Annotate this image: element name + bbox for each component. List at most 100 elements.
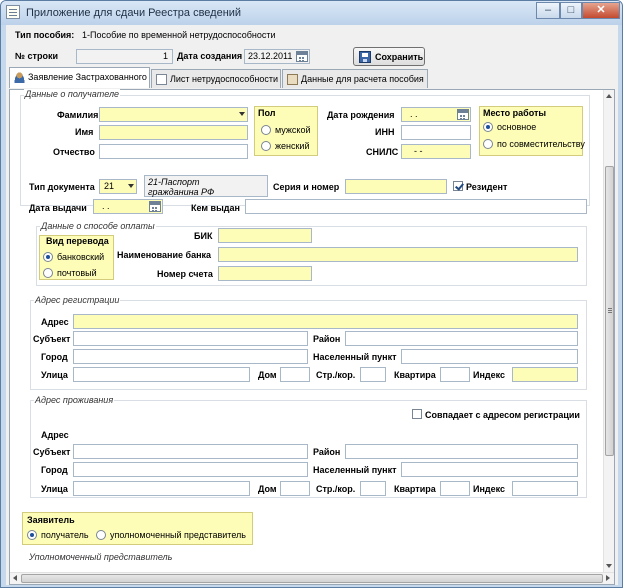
res-apartment-field[interactable]	[440, 481, 470, 496]
reg-index-field[interactable]	[512, 367, 578, 382]
patronymic-field[interactable]	[99, 144, 248, 159]
calendar-icon[interactable]	[149, 201, 161, 212]
surname-combo[interactable]	[99, 107, 248, 122]
patronymic-label: Отчество	[53, 147, 95, 157]
tab-sick-leave[interactable]: Лист нетрудоспособности	[151, 69, 281, 88]
issued-by-field[interactable]	[245, 199, 587, 214]
app-icon	[6, 5, 20, 19]
res-locality-field[interactable]	[401, 462, 578, 477]
title-bar[interactable]: Приложение для сдачи Реестра сведений – …	[1, 1, 622, 25]
res-house-field[interactable]	[280, 481, 310, 496]
reg-district-field[interactable]	[345, 331, 578, 346]
reg-building-field[interactable]	[360, 367, 386, 382]
issued-by-label: Кем выдан	[191, 203, 240, 213]
reg-district-label: Район	[313, 334, 341, 344]
res-building-field[interactable]	[360, 481, 386, 496]
applicant-title: Заявитель	[27, 515, 75, 525]
surname-label: Фамилия	[57, 110, 99, 120]
close-button[interactable]: ✕	[582, 2, 620, 19]
calendar-icon[interactable]	[457, 109, 469, 120]
created-date-field[interactable]: 23.12.2011	[244, 49, 310, 64]
scroll-up-icon[interactable]	[606, 94, 612, 98]
applicant-representative-radio[interactable]	[96, 530, 106, 540]
reg-apartment-field[interactable]	[440, 367, 470, 382]
gender-male-radio[interactable]	[261, 125, 271, 135]
scroll-left-icon[interactable]	[13, 575, 17, 581]
transfer-type-title: Вид перевода	[46, 236, 109, 246]
applicant-recipient-radio[interactable]	[27, 530, 37, 540]
reg-house-label: Дом	[258, 370, 277, 380]
reg-subject-field[interactable]	[73, 331, 308, 346]
minimize-button[interactable]: –	[536, 2, 560, 19]
reg-address-field[interactable]	[73, 314, 578, 329]
created-date-label: Дата создания	[177, 51, 243, 61]
res-subject-field[interactable]	[73, 444, 308, 459]
row-number-field[interactable]: 1	[76, 49, 173, 64]
doc-type-name: 21-Паспорт гражданина РФ	[144, 175, 268, 197]
inn-label: ИНН	[375, 127, 395, 137]
scroll-down-icon[interactable]	[606, 564, 612, 568]
reg-city-label: Город	[41, 352, 68, 362]
same-address-checkbox[interactable]	[412, 409, 422, 419]
vertical-scrollbar[interactable]	[603, 90, 614, 573]
tab-insured-application[interactable]: Заявление Застрахованного	[9, 67, 150, 88]
applicant-representative-label: уполномоченный представитель	[110, 530, 246, 540]
chevron-down-icon[interactable]	[239, 112, 245, 116]
account-number-label: Номер счета	[157, 269, 213, 279]
reg-street-field[interactable]	[73, 367, 250, 382]
workplace-main-radio[interactable]	[483, 122, 493, 132]
snils-label: СНИЛС	[366, 147, 399, 157]
res-district-label: Район	[313, 447, 341, 457]
benefit-type-value: 1-Пособие по временной нетрудоспособност…	[82, 30, 276, 40]
workplace-title: Место работы	[483, 108, 547, 118]
account-number-field[interactable]	[218, 266, 312, 281]
bik-field[interactable]	[218, 228, 312, 243]
reg-locality-label: Населенный пункт	[313, 352, 397, 362]
bik-label: БИК	[194, 231, 213, 241]
reg-house-field[interactable]	[280, 367, 310, 382]
res-district-field[interactable]	[345, 444, 578, 459]
tab-benefit-calc[interactable]: Данные для расчета пособия	[282, 69, 428, 88]
gender-female-radio[interactable]	[261, 141, 271, 151]
reg-address-label: Адрес	[41, 317, 69, 327]
user-icon	[14, 72, 25, 83]
birthdate-field[interactable]: . .	[401, 107, 471, 122]
transfer-post-radio[interactable]	[43, 268, 53, 278]
issue-date-field[interactable]: . .	[93, 199, 163, 214]
resident-label: Резидент	[466, 182, 508, 192]
bank-name-field[interactable]	[218, 247, 578, 262]
res-street-field[interactable]	[73, 481, 250, 496]
reg-index-label: Индекс	[473, 370, 506, 380]
snils-field[interactable]: - -	[401, 144, 471, 159]
resident-checkbox[interactable]	[453, 181, 463, 191]
series-number-field[interactable]	[345, 179, 447, 194]
scroll-right-icon[interactable]	[606, 575, 610, 581]
doc-type-combo[interactable]: 21	[99, 179, 137, 194]
chevron-down-icon[interactable]	[128, 184, 134, 188]
workplace-main-label: основное	[497, 122, 537, 132]
birthdate-label: Дата рождения	[327, 110, 395, 120]
bank-name-label: Наименование банка	[117, 250, 212, 260]
res-house-label: Дом	[258, 484, 277, 494]
payment-group-title: Данные о способе оплаты	[40, 221, 156, 231]
reg-city-field[interactable]	[73, 349, 308, 364]
res-building-label: Стр./кор.	[316, 484, 356, 494]
res-index-field[interactable]	[512, 481, 578, 496]
maximize-button[interactable]: □	[560, 2, 582, 19]
horizontal-scrollbar[interactable]	[10, 572, 614, 584]
name-field[interactable]	[99, 125, 248, 140]
horizontal-scroll-thumb[interactable]	[21, 574, 603, 583]
res-locality-label: Населенный пункт	[313, 465, 397, 475]
inn-field[interactable]	[401, 125, 471, 140]
doc-type-label: Тип документа	[29, 182, 95, 192]
res-subject-label: Субъект	[33, 447, 71, 457]
client-area: Тип пособия: 1-Пособие по временной нетр…	[6, 25, 618, 585]
calendar-icon[interactable]	[296, 51, 308, 62]
reg-locality-field[interactable]	[401, 349, 578, 364]
res-city-field[interactable]	[73, 462, 308, 477]
transfer-bank-radio[interactable]	[43, 252, 53, 262]
gender-title: Пол	[258, 108, 276, 118]
vertical-scroll-thumb[interactable]	[605, 166, 614, 456]
workplace-secondary-radio[interactable]	[483, 139, 493, 149]
save-button[interactable]: Сохранить	[353, 47, 425, 66]
